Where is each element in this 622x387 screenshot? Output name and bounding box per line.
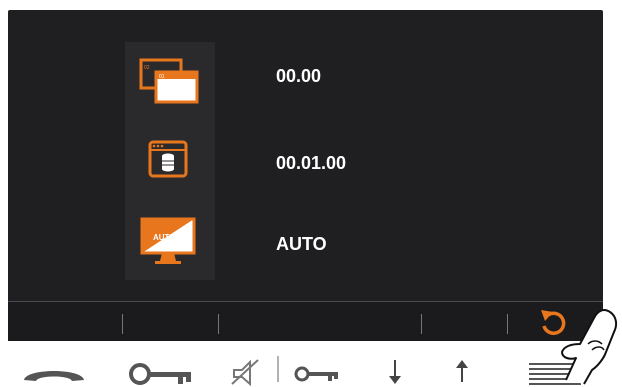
svg-text:01: 01 — [159, 74, 165, 80]
pointing-hand-icon — [561, 309, 618, 385]
softkey-separator — [421, 314, 422, 334]
softkey-separator — [122, 314, 123, 334]
device-screen: 02 01 00.00 00.01.00 AUTO AUTO — [8, 10, 603, 341]
auto-monitor-icon: AUTO — [140, 217, 196, 264]
setting-value-index: 00.00 — [276, 66, 322, 86]
firmware-database-icon — [148, 140, 188, 178]
handset-icon[interactable] — [14, 352, 94, 386]
arrow-down-icon[interactable] — [380, 352, 410, 386]
softkey-separator — [218, 314, 219, 334]
mute-speaker-icon[interactable] — [228, 352, 283, 386]
key-icon[interactable] — [122, 352, 202, 386]
setting-value-firmware: 00.01.00 — [276, 153, 347, 173]
window-number-icon: 02 01 — [139, 58, 199, 104]
setting-value-mode: AUTO — [276, 234, 327, 254]
soft-key-bar — [8, 301, 603, 341]
softkey-separator — [507, 314, 508, 334]
key-icon[interactable] — [290, 352, 345, 386]
arrow-up-icon[interactable] — [447, 352, 477, 386]
svg-text:AUTO: AUTO — [153, 233, 176, 242]
svg-text:02: 02 — [144, 65, 150, 71]
